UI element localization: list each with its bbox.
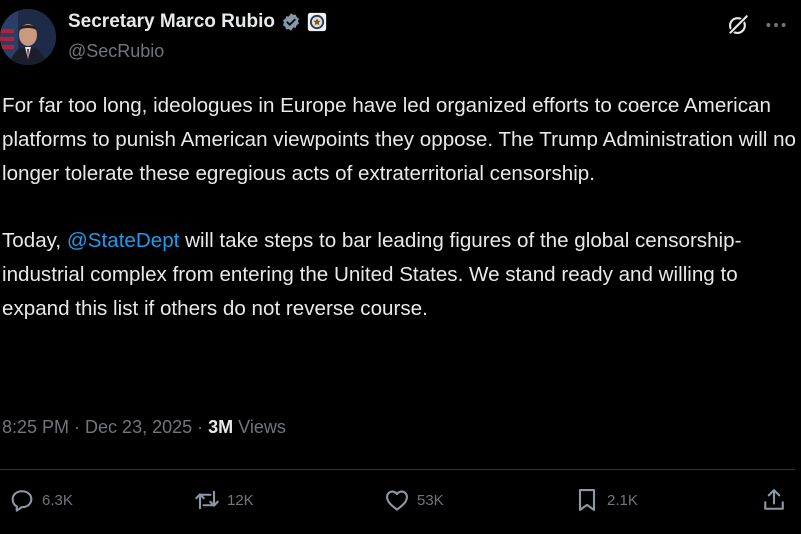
author-name-row: Secretary Marco Rubio [68, 11, 327, 33]
post-date[interactable]: Dec 23, 2025 [85, 417, 192, 437]
post-time[interactable]: 8:25 PM [2, 417, 69, 437]
repost-count: 12K [227, 491, 254, 509]
share-icon [764, 489, 784, 510]
meta-separator: · [69, 417, 86, 437]
verified-badge-icon[interactable] [281, 12, 301, 32]
post-top-actions [725, 12, 789, 38]
divider [0, 469, 795, 470]
avatar[interactable] [0, 9, 56, 65]
post-paragraph-2: Today, @StateDept will take steps to bar… [2, 224, 797, 326]
repost-icon [195, 490, 219, 510]
statedept-mention-link[interactable]: @StateDept [67, 229, 180, 252]
portrait-icon [0, 9, 56, 65]
views-count: 3M [208, 417, 234, 437]
heart-icon [386, 490, 408, 511]
state-department-seal-icon[interactable] [307, 12, 327, 32]
author-handle[interactable]: @SecRubio [68, 41, 164, 62]
grok-icon[interactable] [725, 12, 751, 38]
more-dots-icon[interactable] [763, 12, 789, 38]
bookmark-icon [578, 489, 596, 511]
reply-icon [11, 490, 33, 512]
bookmark-count: 2.1K [607, 491, 638, 509]
views-label: Views [233, 417, 286, 437]
post-paragraph-1: For far too long, ideologues in Europe h… [2, 94, 797, 185]
post-text: For far too long, ideologues in Europe h… [2, 89, 797, 326]
like-count: 53K [417, 491, 444, 509]
reply-count: 6.3K [42, 491, 73, 509]
post-paragraph-2-lead: Today, [2, 229, 67, 252]
like-button[interactable]: 53K [383, 486, 444, 514]
post-meta: 8:25 PM · Dec 23, 2025 · 3M Views [2, 417, 286, 438]
repost-button[interactable]: 12K [193, 486, 254, 514]
reply-button[interactable]: 6.3K [8, 486, 73, 514]
bookmark-button[interactable]: 2.1K [573, 486, 638, 514]
share-button[interactable] [760, 486, 788, 514]
author-display-name[interactable]: Secretary Marco Rubio [68, 11, 275, 33]
meta-separator-2: · [192, 417, 209, 437]
